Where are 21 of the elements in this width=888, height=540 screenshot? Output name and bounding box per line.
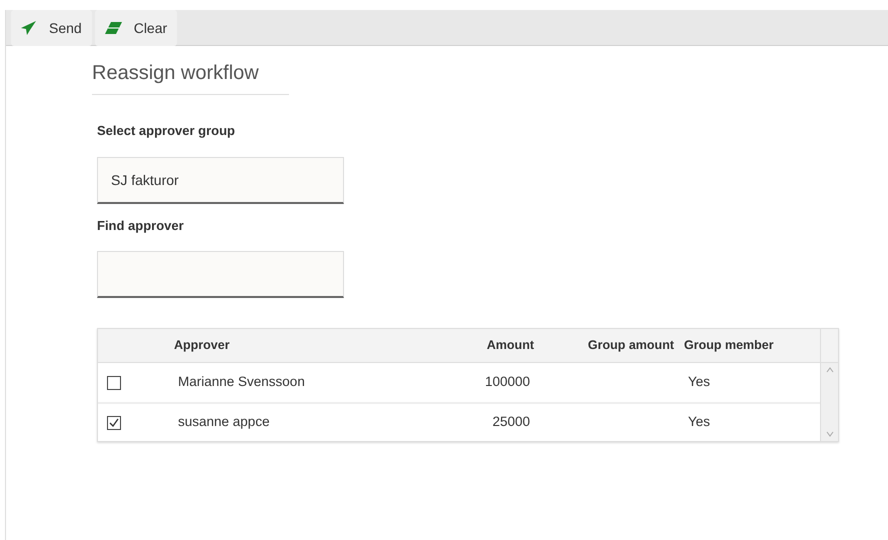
column-header: Group member [683, 337, 775, 354]
page-title: Reassign workflow [92, 58, 289, 95]
field-label: Find approver [97, 216, 185, 235]
table-cell-text: 25000 [491, 413, 531, 432]
field-label: Select approver group [97, 122, 236, 140]
table-cell-text: Yes [687, 373, 712, 392]
checkbox[interactable] [107, 376, 121, 390]
input-field[interactable]: SJ fakturor [97, 156, 344, 204]
table-cell-text: Marianne Svenssoon [177, 373, 306, 392]
column-header: Amount [486, 337, 534, 354]
input-field[interactable] [97, 251, 344, 298]
clear-button[interactable]: Clear [94, 10, 178, 46]
table-cell-text: Yes [687, 413, 712, 432]
checkbox[interactable] [107, 416, 121, 430]
column-header: Approver [174, 337, 231, 354]
send-icon [21, 21, 37, 35]
send-button[interactable]: Send [11, 10, 92, 46]
table-cell-text: susanne appce [177, 413, 271, 432]
column-header: Group amount [586, 337, 674, 354]
eraser-icon [104, 22, 122, 34]
table-cell-text: 100000 [484, 373, 531, 392]
